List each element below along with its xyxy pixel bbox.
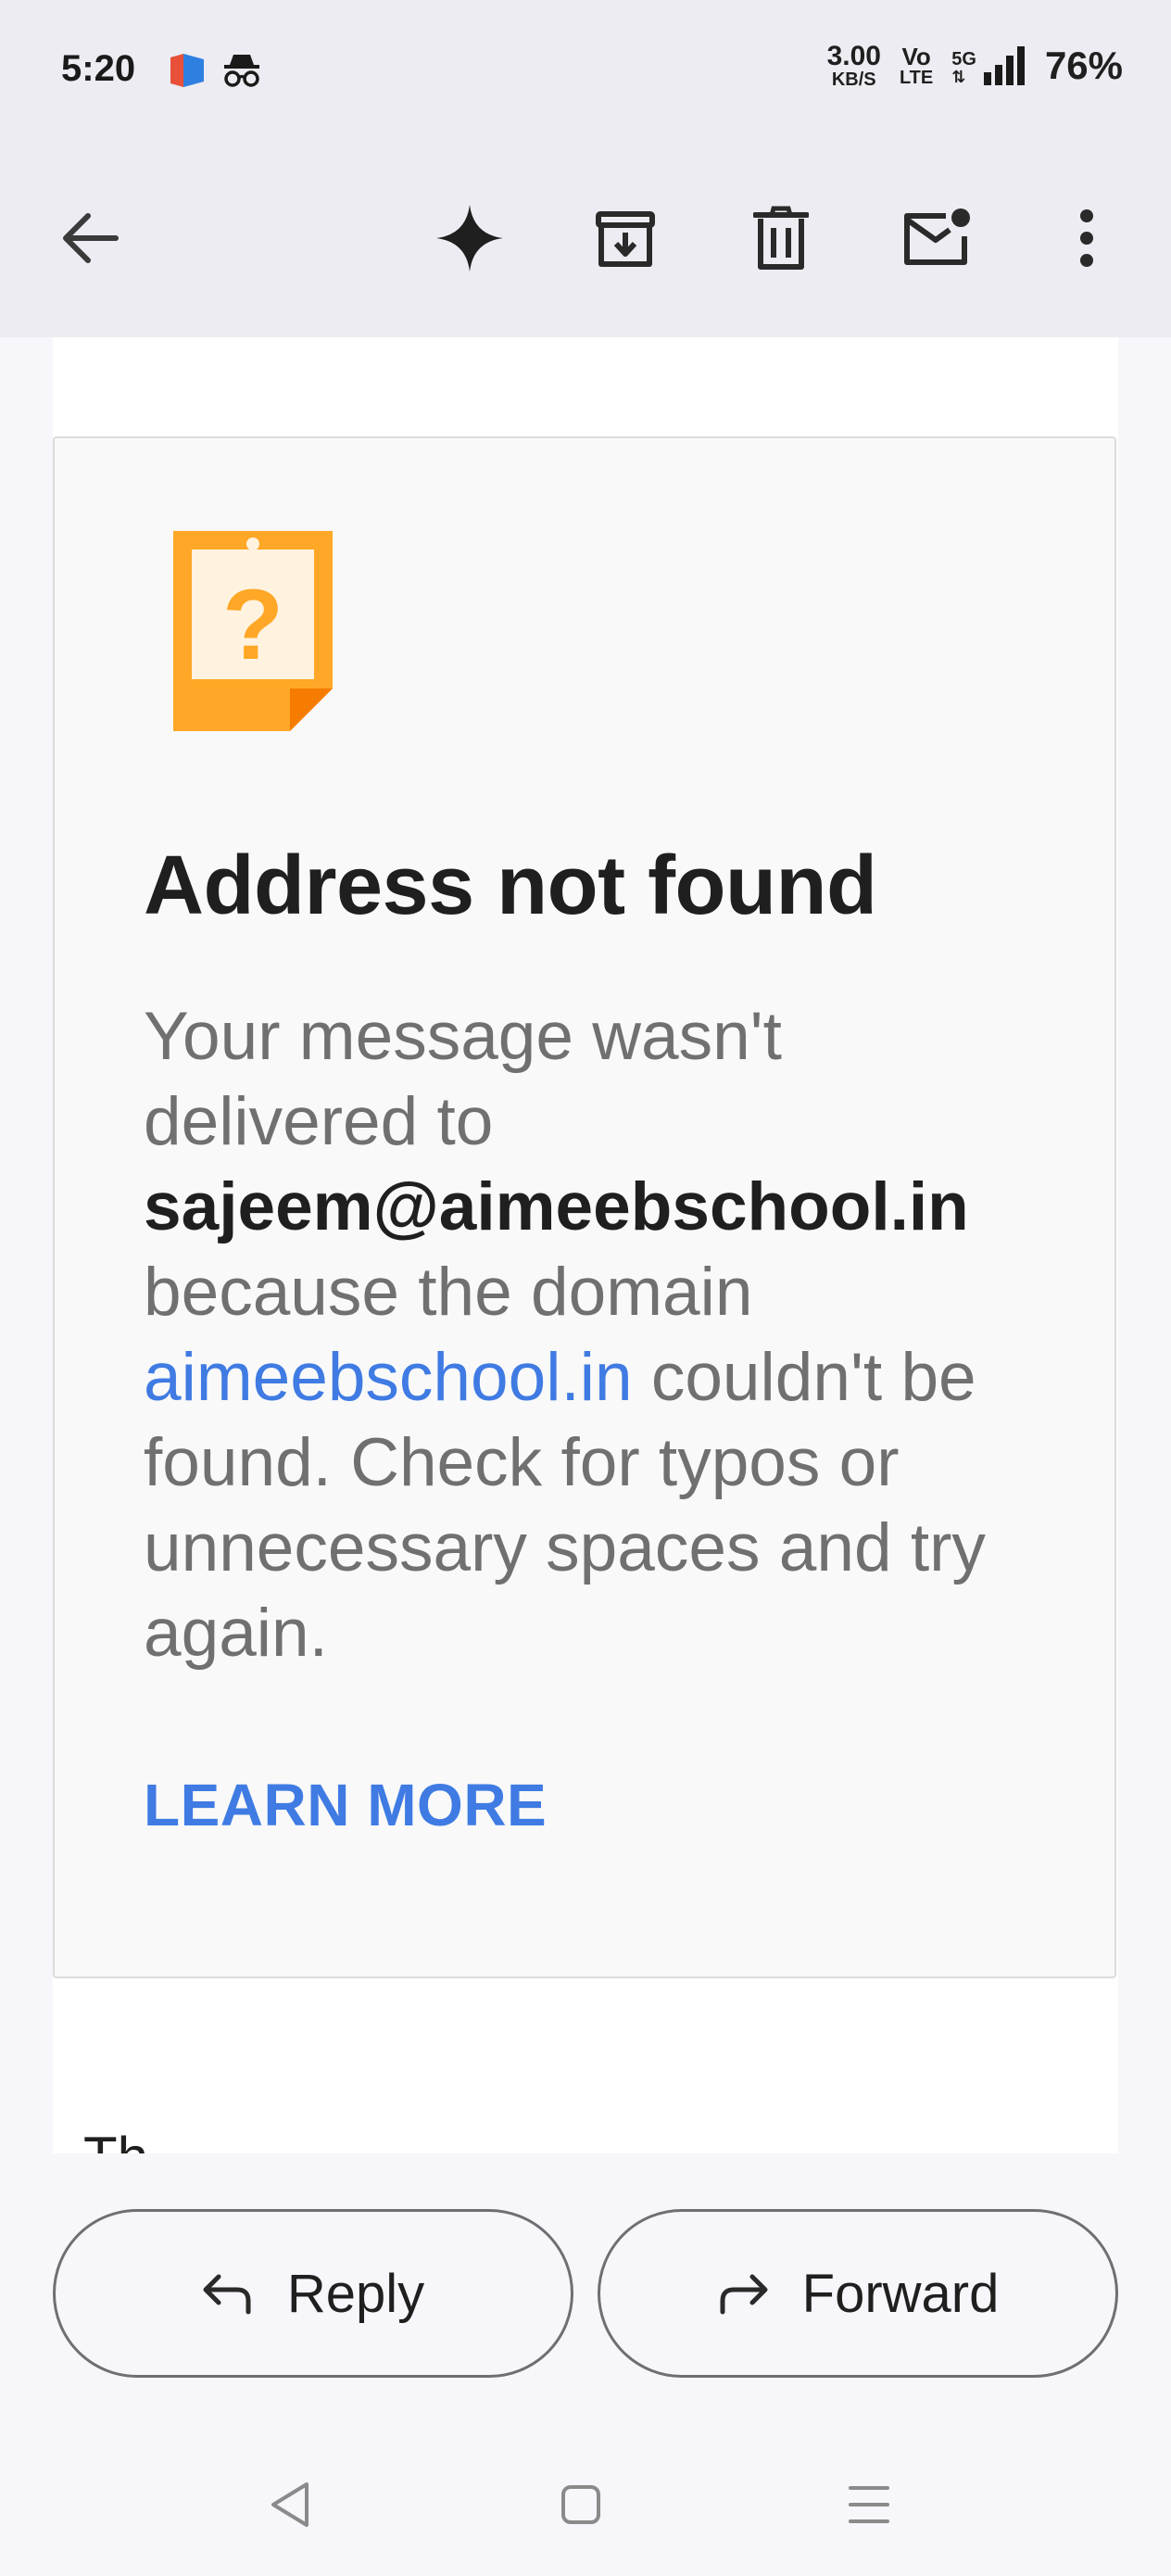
archive-button[interactable] — [574, 187, 676, 289]
network-speed-value: 3.00 — [826, 41, 881, 71]
nav-home-icon — [561, 2485, 600, 2524]
nav-menu-icon — [849, 2486, 889, 2523]
signal-indicator: 5G ⇅ — [951, 46, 1026, 85]
mark-unread-icon — [904, 208, 970, 265]
forward-arrow-icon — [720, 2274, 768, 2315]
card-title: Address not found — [144, 840, 877, 932]
gemini-sparkle-icon — [436, 205, 503, 271]
missing-note-icon: ? — [173, 531, 333, 731]
recipient-address: sajeem@aimeebschool.in — [144, 1169, 969, 1244]
bounce-notice-card: ? Address not found Your message wasn't … — [53, 436, 1116, 1978]
message-text-2: because the domain — [144, 1255, 753, 1330]
reply-button[interactable]: Reply — [53, 2209, 573, 2378]
incognito-icon — [224, 55, 259, 87]
clipped-body-text: Th — [83, 2129, 148, 2153]
status-app-icons — [167, 50, 263, 91]
signal-bars-icon — [983, 46, 1025, 85]
reply-label: Reply — [286, 2263, 425, 2324]
nav-back-icon — [271, 2482, 308, 2527]
network-type: 5G — [951, 49, 976, 69]
status-time: 5:20 — [61, 48, 136, 89]
archive-icon — [596, 211, 655, 267]
card-message: Your message wasn't delivered to sajeem@… — [144, 994, 1070, 1676]
mark-unread-button[interactable] — [886, 187, 988, 289]
network-speed: 3.00 KB/S — [826, 41, 881, 90]
volte-bottom: LTE — [899, 68, 934, 88]
status-bar: 5:20 3.00 KB/S Vo LTE 5G ⇅ 76% — [0, 0, 1171, 139]
back-arrow-icon — [63, 213, 119, 263]
back-button[interactable] — [39, 187, 141, 289]
system-nav-bar — [0, 2428, 1171, 2576]
domain-link[interactable]: aimeebschool.in — [144, 1340, 633, 1415]
delete-icon — [753, 206, 809, 270]
learn-more-link[interactable]: LEARN MORE — [144, 1771, 547, 1839]
svg-text:?: ? — [222, 568, 283, 680]
battery-level: 76% — [1044, 44, 1123, 87]
gemini-button[interactable] — [419, 187, 521, 289]
nav-home-button[interactable] — [539, 2463, 623, 2546]
network-speed-unit: KB/S — [831, 69, 876, 90]
nav-recents-button[interactable] — [827, 2463, 911, 2546]
more-options-button[interactable] — [1036, 187, 1138, 289]
reply-arrow-icon — [203, 2274, 251, 2315]
action-bar: Reply Forward — [0, 2153, 1171, 2428]
email-toolbar — [0, 139, 1171, 337]
data-arrows-icon: ⇅ — [951, 68, 966, 86]
volte-top: Vo — [901, 43, 931, 70]
message-text-1: Your message wasn't delivered to — [144, 999, 782, 1159]
more-options-icon — [1080, 209, 1093, 267]
app-notification-icon — [170, 54, 204, 87]
nav-back-button[interactable] — [248, 2463, 332, 2546]
forward-label: Forward — [801, 2263, 1000, 2324]
forward-button[interactable]: Forward — [598, 2209, 1118, 2378]
status-indicators: 3.00 KB/S Vo LTE 5G ⇅ 76% — [826, 41, 1123, 90]
delete-button[interactable] — [730, 187, 832, 289]
volte-indicator: Vo LTE — [900, 44, 933, 87]
